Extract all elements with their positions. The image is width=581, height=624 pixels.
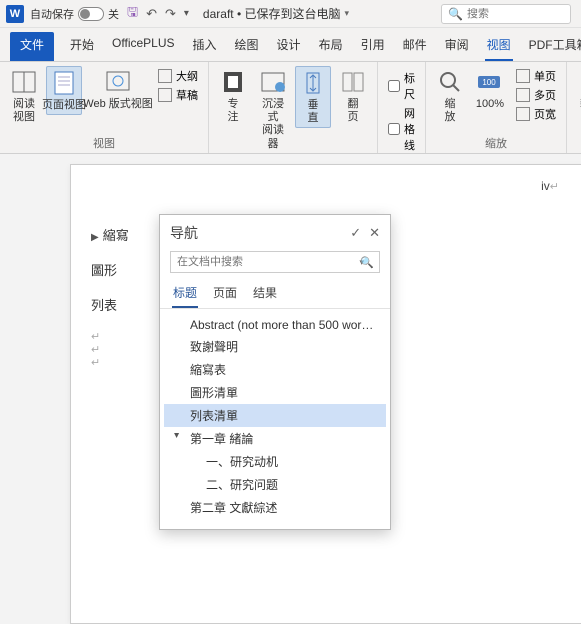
- quick-access-toolbar: 🖫 ↶ ↷ ▾: [127, 3, 189, 25]
- nav-tabs: 标题页面结果: [160, 279, 390, 309]
- title-chevron-icon[interactable]: ▾: [344, 8, 349, 19]
- nav-search-icon[interactable]: 🔍: [360, 256, 374, 269]
- ribbon-tabs: 文件开始OfficePLUS插入绘图设计布局引用邮件审阅视图PDF工具箱帮助En…: [0, 28, 581, 62]
- nav-tab-0[interactable]: 标题: [172, 279, 198, 308]
- new-window-icon: [577, 68, 581, 96]
- vertical-button[interactable]: 垂 直: [295, 66, 331, 128]
- ruler-checkbox[interactable]: 标尺: [388, 70, 415, 102]
- zoom-100-button[interactable]: 100 100%: [472, 66, 508, 113]
- nav-tree-item[interactable]: Abstract (not more than 500 words);: [164, 315, 386, 335]
- nav-tree-item[interactable]: 致謝聲明: [164, 335, 386, 358]
- new-window-button[interactable]: 新建: [573, 66, 581, 113]
- nav-tree-item[interactable]: 縮寫表: [164, 358, 386, 381]
- group-page-movement: 专 注 沉浸式 阅读器 垂 直 翻 页 页面移动: [209, 62, 378, 153]
- vertical-icon: [299, 69, 327, 97]
- navigation-pane: 导航 ✓ ✕ ▾ 🔍 标题页面结果 Abstract (not more tha…: [159, 214, 391, 530]
- draft-icon: [158, 88, 172, 102]
- zoom-icon: [436, 68, 464, 96]
- zoom-100-icon: 100: [476, 68, 504, 96]
- read-mode-button[interactable]: 阅读 视图: [6, 66, 42, 126]
- one-page-icon: [516, 69, 530, 83]
- nav-tree-item[interactable]: 一、研究动机: [164, 450, 386, 473]
- ribbon-tab-9[interactable]: 审阅: [443, 32, 471, 61]
- web-layout-button[interactable]: Web 版式视图: [86, 66, 150, 113]
- ribbon-tab-5[interactable]: 设计: [275, 32, 303, 61]
- group-zoom: 缩 放 100 100% 单页 多页 页宽 缩放: [426, 62, 567, 153]
- page-width-icon: [516, 107, 530, 121]
- search-input[interactable]: [467, 8, 564, 20]
- nav-tab-2[interactable]: 结果: [252, 279, 278, 308]
- ribbon-tab-8[interactable]: 邮件: [401, 32, 429, 61]
- ribbon-tab-0[interactable]: 文件: [10, 32, 54, 61]
- group-window: 新建: [567, 62, 581, 153]
- collapse-caret-icon[interactable]: ▶: [91, 232, 99, 243]
- omnisearch[interactable]: 🔍: [441, 4, 571, 24]
- gridlines-checkbox[interactable]: 网格线: [388, 105, 415, 153]
- ribbon-tab-4[interactable]: 绘图: [233, 32, 261, 61]
- navigation-title: 导航: [170, 223, 198, 243]
- word-app-icon: W: [6, 5, 24, 23]
- page-width-button[interactable]: 页宽: [516, 106, 556, 122]
- nav-tree-item[interactable]: 第二章 文獻綜述: [164, 496, 386, 519]
- qat-dropdown-icon[interactable]: ▾: [184, 8, 189, 19]
- focus-icon: [219, 68, 247, 96]
- outline-icon: [158, 69, 172, 83]
- focus-button[interactable]: 专 注: [215, 66, 251, 126]
- titlebar: W 自动保存 关 🖫 ↶ ↷ ▾ daraft • 已保存到这台电脑 ▾ 🔍: [0, 0, 581, 28]
- navpane-close-icon[interactable]: ✕: [369, 225, 380, 241]
- multi-page-icon: [516, 88, 530, 102]
- document-area: iv↵ ▶縮寫 圖形 列表 ↵ ↵ ↵ 导航 ✓ ✕ ▾ 🔍 标题页面结果 Ab…: [0, 154, 581, 506]
- ribbon-tab-7[interactable]: 引用: [359, 32, 387, 61]
- autosave-group: 自动保存 关: [30, 6, 119, 22]
- document-title: daraft • 已保存到这台电脑 ▾: [203, 5, 349, 22]
- navpane-options-icon[interactable]: ✓: [350, 225, 361, 241]
- ribbon-tab-10[interactable]: 视图: [485, 32, 513, 61]
- draft-button[interactable]: 草稿: [158, 87, 198, 103]
- nav-tree-item[interactable]: 列表清單: [164, 404, 386, 427]
- print-layout-button[interactable]: 页面视图: [46, 66, 82, 115]
- search-icon: 🔍: [448, 7, 463, 21]
- print-layout-icon: [50, 69, 78, 97]
- group-show: 标尺 网格线 导航窗格 显示: [378, 62, 426, 153]
- redo-icon[interactable]: ↷: [165, 6, 176, 22]
- nav-tree-item[interactable]: 圖形清單: [164, 381, 386, 404]
- group-views-label: 视图: [93, 135, 115, 151]
- web-layout-icon: [104, 68, 132, 96]
- tree-caret-icon[interactable]: ▸: [171, 433, 182, 438]
- ribbon-tab-1[interactable]: 开始: [68, 32, 96, 61]
- immersive-reader-button[interactable]: 沉浸式 阅读器: [255, 66, 291, 153]
- one-page-button[interactable]: 单页: [516, 68, 556, 84]
- ribbon: 阅读 视图 页面视图 Web 版式视图 大纲 草稿 视图 专 注: [0, 62, 581, 154]
- page-number-marker: iv↵: [541, 179, 559, 193]
- autosave-toggle[interactable]: [78, 7, 104, 21]
- side-to-side-button[interactable]: 翻 页: [335, 66, 371, 126]
- side-to-side-icon: [339, 68, 367, 96]
- multi-page-button[interactable]: 多页: [516, 87, 556, 103]
- outline-button[interactable]: 大纲: [158, 68, 198, 84]
- nav-search-input[interactable]: [170, 251, 380, 273]
- autosave-state: 关: [108, 6, 119, 22]
- nav-search: ▾ 🔍: [170, 251, 380, 273]
- autosave-label: 自动保存: [30, 6, 74, 22]
- undo-icon[interactable]: ↶: [146, 6, 157, 22]
- nav-tab-1[interactable]: 页面: [212, 279, 238, 308]
- ribbon-tab-3[interactable]: 插入: [191, 32, 219, 61]
- group-zoom-label: 缩放: [485, 135, 507, 151]
- nav-tree-item[interactable]: ▸第一章 緒論: [164, 427, 386, 450]
- group-views: 阅读 视图 页面视图 Web 版式视图 大纲 草稿 视图: [0, 62, 209, 153]
- immersive-reader-icon: [259, 68, 287, 96]
- ribbon-tab-11[interactable]: PDF工具箱: [527, 32, 581, 61]
- svg-text:100: 100: [482, 78, 496, 87]
- zoom-button[interactable]: 缩 放: [432, 66, 468, 126]
- ribbon-tab-6[interactable]: 布局: [317, 32, 345, 61]
- nav-tree-item[interactable]: 二、研究问题: [164, 473, 386, 496]
- nav-tree: Abstract (not more than 500 words);致謝聲明縮…: [160, 309, 390, 529]
- save-icon[interactable]: 🖫: [127, 3, 138, 25]
- read-mode-icon: [10, 68, 38, 96]
- ribbon-tab-2[interactable]: OfficePLUS: [110, 32, 176, 61]
